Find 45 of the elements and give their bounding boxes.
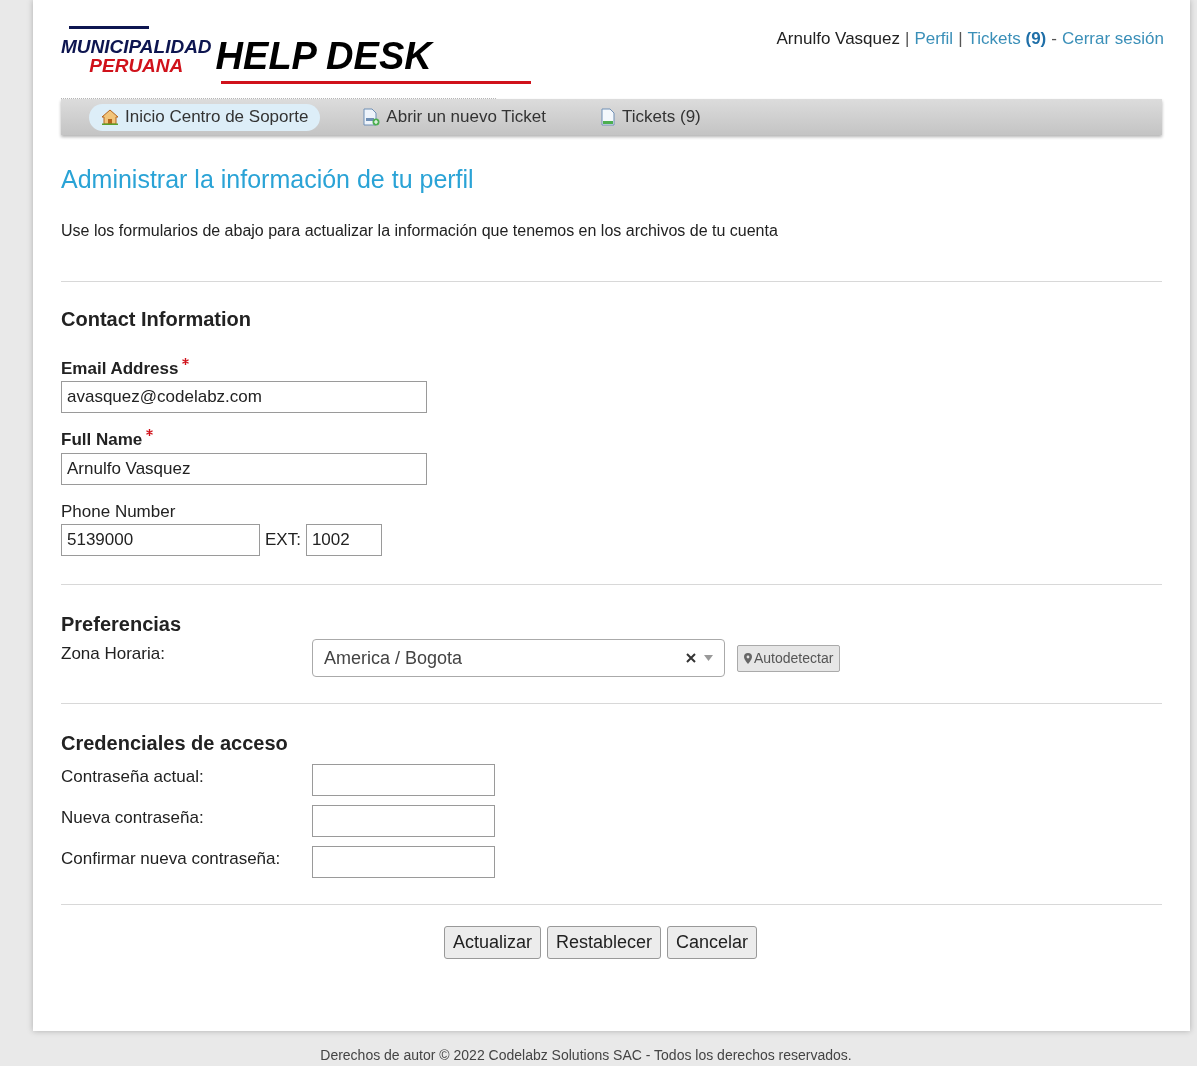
logo-title: HELP DESK [215, 37, 432, 75]
text-field[interactable]: avasquez@codelabz.com [61, 381, 427, 413]
timezone-select[interactable]: America / Bogota [312, 639, 725, 677]
intro-text: Use los formularios de abajo para actualizar la información que tenemos en los archivos de tu cuenta [61, 220, 779, 241]
section-heading: Contact Information [61, 306, 252, 332]
section-heading: Preferencias [61, 612, 183, 637]
form-button[interactable]: Restablecer [546, 926, 661, 959]
header-link[interactable]: Cerrar sesión [1061, 26, 1164, 52]
ext-label: EXT: [265, 529, 301, 552]
field-label: Confirmar nueva contraseña: [61, 848, 282, 870]
section-heading: Credenciales de acceso [61, 731, 289, 756]
form-button[interactable]: Actualizar [443, 926, 541, 959]
nav-tab[interactable]: Inicio Centro de Soporte [89, 103, 321, 131]
header-link[interactable]: Perfil [914, 26, 954, 52]
house-icon [101, 109, 119, 125]
document-icon [600, 108, 617, 126]
map-pin-icon [744, 653, 752, 664]
field-label: Nueva contraseña: [61, 807, 205, 829]
field-label: Phone Number [61, 500, 177, 523]
document-plus-icon [362, 108, 381, 126]
header-link[interactable]: Tickets (9) [967, 26, 1047, 52]
field-label: Full Name [61, 429, 143, 451]
field-label: Contraseña actual: [61, 766, 205, 788]
field-label: Email Address [61, 357, 179, 380]
separator: - [1051, 28, 1057, 51]
nav-tab[interactable]: Abrir un nuevo Ticket [350, 103, 559, 131]
text-field[interactable]: Arnulfo Vasquez [61, 452, 427, 485]
logo-text: MUNICIPALIDAD [61, 37, 212, 56]
password-field[interactable] [312, 764, 495, 796]
extension-field[interactable]: 1002 [305, 524, 382, 556]
password-field[interactable] [312, 805, 495, 837]
caret-icon[interactable] [704, 655, 713, 661]
password-field[interactable] [312, 846, 495, 878]
field-label: Zona Horaria: [61, 643, 166, 665]
separator: | [904, 28, 910, 51]
clear-icon[interactable] [686, 653, 696, 663]
user-name: Arnulfo Vasquez [776, 28, 900, 51]
page-title: Administrar la información de tu perfil [61, 164, 475, 195]
form-button[interactable]: Cancelar [667, 926, 758, 959]
autodetect-button[interactable]: Autodetectar [737, 645, 841, 672]
phone-field[interactable]: 5139000 [61, 524, 260, 556]
nav-tab[interactable]: Tickets (9) [588, 103, 713, 131]
footer-text: Derechos de autor © 2022 Codelabz Solutions SAC - Todos los derechos reservados. [320, 1046, 852, 1065]
separator: | [958, 28, 963, 51]
logo-text: PERUANA [89, 56, 184, 75]
